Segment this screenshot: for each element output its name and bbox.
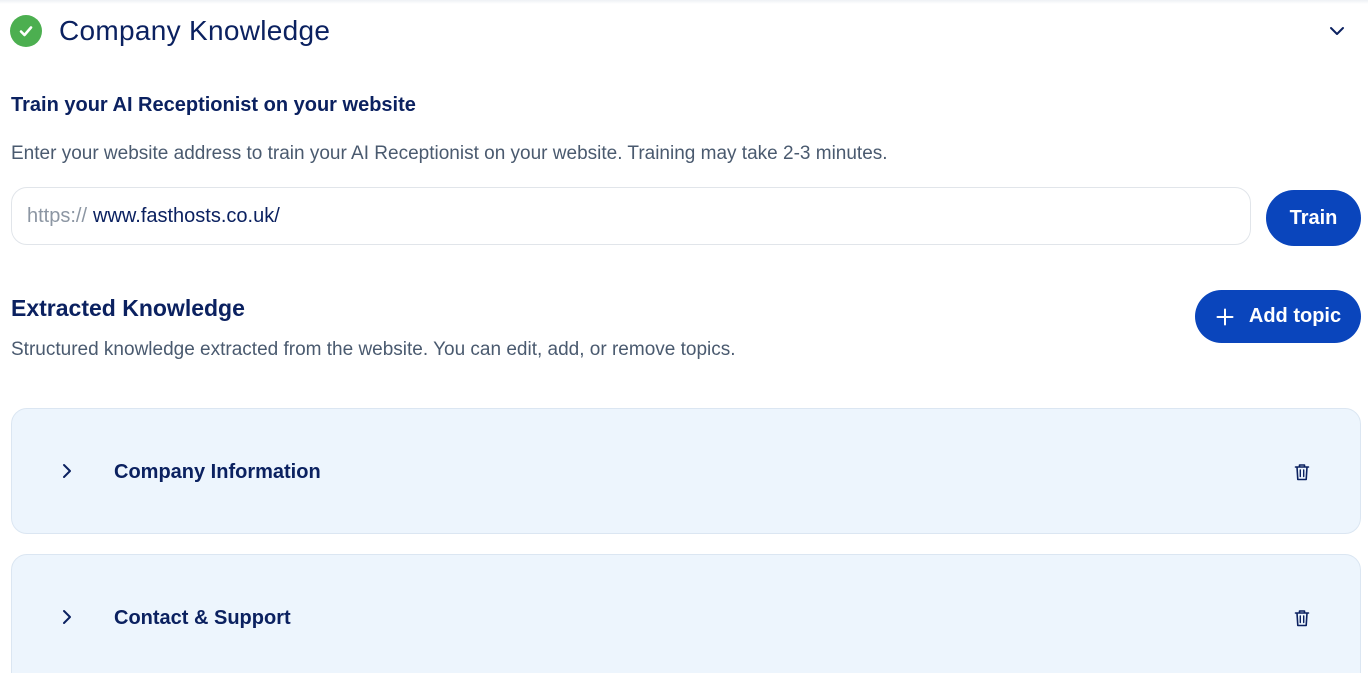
add-topic-label: Add topic xyxy=(1248,305,1342,327)
trash-icon[interactable] xyxy=(1292,607,1312,629)
topic-card-company-information[interactable]: Company Information xyxy=(11,408,1361,534)
chevron-right-icon[interactable] xyxy=(58,607,76,627)
website-url-input[interactable] xyxy=(93,204,1194,228)
train-heading: Train your AI Receptionist on your websi… xyxy=(11,94,416,116)
check-circle-icon xyxy=(10,15,42,47)
website-url-field[interactable]: https:// xyxy=(11,187,1251,245)
chevron-right-icon[interactable] xyxy=(58,461,76,481)
train-button[interactable]: Train xyxy=(1266,190,1361,246)
section-header[interactable]: Company Knowledge xyxy=(10,10,1360,52)
topic-card-contact-support[interactable]: Contact & Support xyxy=(11,554,1361,673)
company-knowledge-page: Company Knowledge Train your AI Receptio… xyxy=(0,0,1368,673)
topic-label: Contact & Support xyxy=(114,607,291,629)
url-prefix: https:// xyxy=(27,204,88,227)
add-topic-button[interactable]: Add topic xyxy=(1195,290,1361,343)
section-title: Company Knowledge xyxy=(59,15,331,46)
train-description: Enter your website address to train your… xyxy=(11,143,888,164)
chevron-down-icon[interactable] xyxy=(1328,22,1346,40)
extracted-knowledge-heading: Extracted Knowledge xyxy=(11,295,245,321)
extracted-knowledge-description: Structured knowledge extracted from the … xyxy=(11,339,736,360)
trash-icon[interactable] xyxy=(1292,461,1312,483)
top-divider xyxy=(0,0,1368,4)
topic-label: Company Information xyxy=(114,461,321,483)
plus-icon xyxy=(1215,307,1235,327)
